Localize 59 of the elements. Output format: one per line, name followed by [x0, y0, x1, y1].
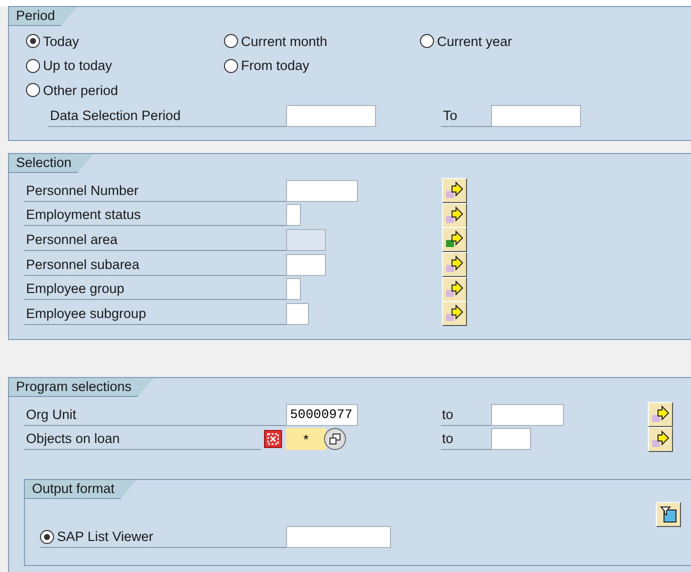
input-field[interactable]: 50000977 [286, 404, 358, 426]
panel-title: Program selections [9, 378, 154, 397]
multiple-selection-button[interactable] [442, 202, 467, 228]
date-from-field[interactable] [286, 104, 376, 127]
field-label: Employment status [24, 204, 286, 226]
arrow-icon [445, 304, 464, 324]
radio-label: Today [43, 34, 80, 49]
input-field[interactable] [286, 204, 301, 226]
arrow-icon [651, 430, 670, 448]
radio-label: Other period [43, 82, 118, 98]
radio-button[interactable] [420, 34, 434, 48]
radio-button[interactable] [26, 34, 40, 48]
radio-button[interactable] [26, 58, 40, 73]
input-field[interactable] [491, 404, 564, 426]
input-field[interactable] [491, 428, 531, 450]
field-label: Personnel area [24, 228, 286, 251]
multiple-selection-button[interactable] [442, 178, 467, 203]
radio-button[interactable] [224, 58, 238, 73]
panel-title: Selection [9, 154, 94, 173]
multiple-selection-button[interactable] [442, 301, 467, 326]
radio-label: Up to today [43, 58, 112, 74]
input-field[interactable] [286, 254, 326, 276]
field-label: Org Unit [24, 404, 286, 426]
panel-title: Period [9, 7, 78, 26]
arrow-icon [445, 255, 464, 274]
radio-button[interactable] [40, 530, 54, 544]
option-button[interactable] [324, 428, 346, 450]
field-label: Personnel Number [24, 180, 286, 202]
arrow-icon [445, 230, 464, 250]
filter-icon [660, 506, 677, 523]
date-to-field[interactable] [491, 104, 581, 127]
arrow-icon [445, 280, 464, 299]
exclusion-icon[interactable] [264, 430, 282, 448]
multiple-selection-button[interactable] [648, 426, 673, 452]
input-field[interactable] [286, 278, 301, 300]
radio-label: Current year [437, 34, 512, 49]
input-field[interactable] [286, 302, 309, 325]
field-label: Data Selection Period [48, 104, 286, 127]
input-field[interactable] [286, 526, 391, 548]
radio-label: SAP List Viewer [57, 528, 154, 546]
multiple-selection-button[interactable] [648, 402, 673, 427]
radio-button[interactable] [224, 34, 238, 48]
field-label: Objects on loan [24, 428, 261, 450]
radio-button[interactable] [26, 83, 40, 98]
windows-icon [329, 433, 341, 445]
multiple-selection-button[interactable] [442, 252, 467, 278]
field-label: Employee subgroup [24, 302, 286, 325]
arrow-icon [445, 206, 464, 225]
input-field[interactable] [286, 180, 358, 202]
input-field[interactable]: * [286, 428, 326, 450]
field-label: Employee group [24, 278, 286, 300]
multiple-selection-button[interactable] [442, 276, 467, 302]
arrow-icon [445, 181, 464, 200]
arrow-icon [651, 405, 670, 424]
radio-label: Current month [241, 34, 328, 49]
layout-button[interactable] [656, 502, 681, 527]
radio-label: From today [241, 58, 310, 74]
field-label: Personnel subarea [24, 254, 286, 276]
panel-title: Output format [25, 480, 137, 499]
